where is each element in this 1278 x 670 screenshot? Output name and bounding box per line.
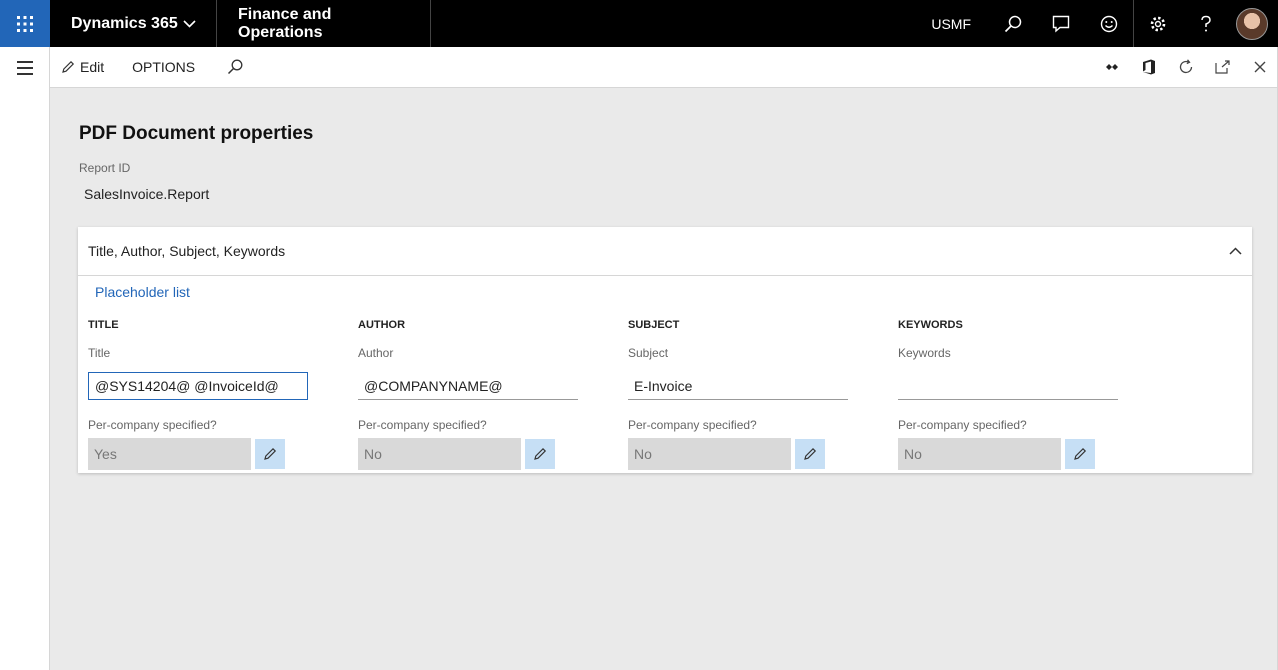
- power-apps-button[interactable]: [1093, 47, 1130, 88]
- edit-label: Edit: [80, 59, 105, 75]
- subject-input[interactable]: E-Invoice: [628, 372, 848, 400]
- author-input[interactable]: @COMPANYNAME@: [358, 372, 578, 400]
- per-company-label: Per-company specified?: [898, 418, 1027, 432]
- app-name: Finance and Operations: [217, 0, 431, 47]
- per-company-value: No: [628, 438, 791, 470]
- pencil-icon: [62, 60, 75, 73]
- navigation-rail: [0, 47, 50, 670]
- keywords-group: KEYWORDS Keywords Per-company specified?…: [898, 319, 1138, 470]
- report-id-label: Report ID: [79, 161, 131, 175]
- office-button[interactable]: [1130, 47, 1167, 88]
- per-company-label: Per-company specified?: [358, 418, 487, 432]
- fasttab-title: Title, Author, Subject, Keywords: [88, 243, 286, 259]
- field-label: Author: [358, 346, 394, 360]
- question-mark-icon: [1201, 15, 1211, 31]
- field-label: Keywords: [898, 346, 951, 360]
- brand-label: Dynamics 365: [71, 14, 178, 32]
- search-icon: [228, 59, 243, 75]
- action-search-button[interactable]: [219, 47, 251, 88]
- gear-icon: [1150, 16, 1166, 31]
- edit-per-company-button[interactable]: [525, 439, 555, 469]
- pencil-icon: [804, 447, 817, 460]
- per-company-value: No: [898, 438, 1061, 470]
- field-label: Subject: [628, 346, 669, 360]
- group-heading: SUBJECT: [628, 319, 680, 331]
- open-new-window-button[interactable]: [1204, 47, 1241, 88]
- placeholder-list-link[interactable]: Placeholder list: [95, 284, 190, 300]
- per-company-label: Per-company specified?: [88, 418, 217, 432]
- group-heading: AUTHOR: [358, 319, 406, 331]
- options-button[interactable]: OPTIONS: [124, 47, 203, 88]
- refresh-button[interactable]: [1167, 47, 1204, 88]
- help-button[interactable]: [1182, 0, 1230, 47]
- brand-menu[interactable]: Dynamics 365: [50, 0, 217, 47]
- per-company-label: Per-company specified?: [628, 418, 757, 432]
- per-company-value: No: [358, 438, 521, 470]
- subject-group: SUBJECT Subject E-Invoice Per-company sp…: [628, 319, 868, 470]
- fasttab-title-author-subject-keywords: Title, Author, Subject, Keywords Placeho…: [78, 227, 1252, 473]
- edit-per-company-button[interactable]: [1065, 439, 1095, 469]
- office-icon: [1142, 59, 1155, 75]
- refresh-icon: [1179, 59, 1192, 74]
- close-button[interactable]: [1241, 47, 1278, 88]
- company-picker[interactable]: USMF: [931, 16, 971, 32]
- feedback-button[interactable]: [1085, 0, 1133, 47]
- page-title: PDF Document properties: [79, 123, 314, 144]
- group-heading: KEYWORDS: [898, 319, 963, 331]
- pencil-icon: [534, 447, 547, 460]
- message-icon: [1052, 15, 1070, 33]
- chevron-up-icon[interactable]: [1229, 247, 1242, 255]
- chevron-down-icon: [183, 19, 196, 28]
- top-nav-bar: Dynamics 365 Finance and Operations USMF: [0, 0, 1278, 47]
- settings-button[interactable]: [1134, 0, 1182, 47]
- close-icon: [1254, 61, 1265, 73]
- edit-button[interactable]: Edit: [53, 47, 112, 88]
- hamburger-menu-icon[interactable]: [17, 61, 33, 79]
- fasttab-header[interactable]: Title, Author, Subject, Keywords: [78, 227, 1252, 276]
- edit-per-company-button[interactable]: [795, 439, 825, 469]
- title-group: TITLE Title @SYS14204@ @InvoiceId@ Per-c…: [88, 319, 328, 470]
- pencil-icon: [264, 447, 277, 460]
- group-heading: TITLE: [88, 319, 119, 331]
- diamond-link-icon: [1105, 64, 1118, 70]
- pencil-icon: [1074, 447, 1087, 460]
- author-group: AUTHOR Author @COMPANYNAME@ Per-company …: [358, 319, 598, 470]
- app-launcher-button[interactable]: [0, 0, 50, 47]
- messages-button[interactable]: [1037, 0, 1085, 47]
- edit-per-company-button[interactable]: [255, 439, 285, 469]
- keywords-input[interactable]: [898, 372, 1118, 400]
- field-label: Title: [88, 346, 111, 360]
- popout-icon: [1214, 60, 1230, 74]
- user-avatar[interactable]: [1236, 7, 1268, 40]
- action-pane: Edit OPTIONS: [50, 47, 1278, 88]
- title-input[interactable]: @SYS14204@ @InvoiceId@: [88, 372, 308, 400]
- search-button[interactable]: [989, 0, 1037, 47]
- report-id-value: SalesInvoice.Report: [84, 186, 210, 202]
- per-company-value: Yes: [88, 438, 251, 470]
- smiley-icon: [1100, 15, 1118, 32]
- search-icon: [1004, 15, 1022, 32]
- waffle-icon: [17, 15, 33, 32]
